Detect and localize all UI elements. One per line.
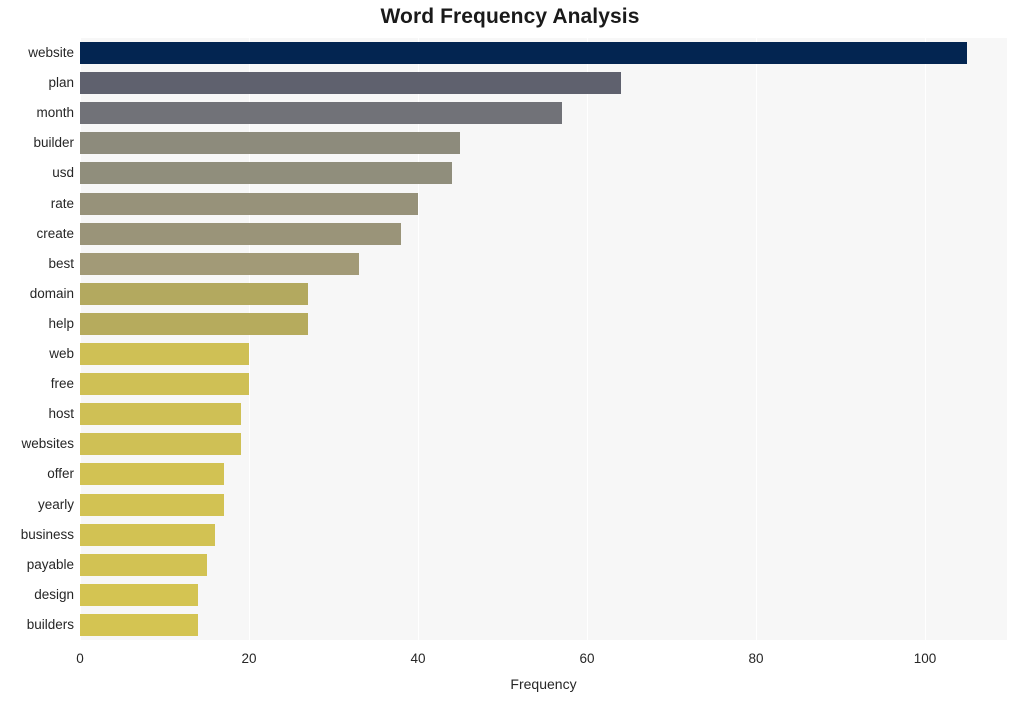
bar-row (80, 222, 1007, 245)
bar-row (80, 523, 1007, 546)
y-tick-label-host: host (48, 406, 74, 422)
y-tick-label-usd: usd (52, 165, 74, 181)
bar-builders[interactable] (80, 613, 199, 636)
y-tick-label-offer: offer (47, 466, 74, 482)
bar-row (80, 463, 1007, 486)
bar-row (80, 433, 1007, 456)
y-tick-label-help: help (48, 315, 74, 331)
bar-create[interactable] (80, 222, 402, 245)
bar-row (80, 102, 1007, 125)
bar-best[interactable] (80, 252, 359, 275)
bar-usd[interactable] (80, 162, 452, 185)
bar-business[interactable] (80, 523, 216, 546)
bar-row (80, 403, 1007, 426)
bar-row (80, 343, 1007, 366)
bar-row (80, 42, 1007, 65)
bar-builder[interactable] (80, 132, 461, 155)
y-tick-label-design: design (34, 586, 74, 602)
bars-layer (80, 38, 1007, 640)
x-tick-label-20: 20 (241, 651, 257, 666)
x-tick-label-60: 60 (579, 651, 595, 666)
bar-free[interactable] (80, 373, 249, 396)
bar-row (80, 493, 1007, 516)
x-tick-label-0: 0 (76, 651, 84, 666)
y-axis-labels: website plan month builder usd rate create best… (0, 38, 74, 640)
x-tick-label-80: 80 (748, 651, 764, 666)
y-tick-label-best: best (48, 255, 74, 271)
bar-offer[interactable] (80, 463, 224, 486)
bar-yearly[interactable] (80, 493, 224, 516)
bar-row (80, 132, 1007, 155)
bar-month[interactable] (80, 102, 562, 125)
bar-row (80, 72, 1007, 95)
y-tick-label-free: free (50, 376, 74, 392)
bar-websites[interactable] (80, 433, 241, 456)
word-frequency-chart: Word Frequency Analysis website plan month… (0, 0, 1020, 701)
y-tick-label-builders: builders (26, 616, 74, 632)
x-tick-label-40: 40 (410, 651, 426, 666)
bar-domain[interactable] (80, 282, 309, 305)
y-tick-label-builder: builder (33, 135, 74, 151)
bar-row (80, 553, 1007, 576)
y-tick-label-payable: payable (26, 556, 74, 572)
y-tick-label-websites: websites (21, 436, 74, 452)
bar-row (80, 282, 1007, 305)
bar-website[interactable] (80, 42, 968, 65)
bar-host[interactable] (80, 403, 241, 426)
bar-row (80, 613, 1007, 636)
bar-row (80, 252, 1007, 275)
bar-web[interactable] (80, 343, 249, 366)
plot-area (80, 38, 1007, 640)
bar-plan[interactable] (80, 72, 621, 95)
bar-row (80, 312, 1007, 335)
y-tick-label-domain: domain (29, 285, 74, 301)
y-tick-label-business: business (20, 526, 74, 542)
bar-rate[interactable] (80, 192, 418, 215)
bar-design[interactable] (80, 583, 199, 606)
bar-row (80, 192, 1007, 215)
y-tick-label-create: create (36, 225, 74, 241)
y-tick-label-yearly: yearly (37, 496, 74, 512)
y-tick-label-month: month (36, 105, 74, 121)
bar-row (80, 373, 1007, 396)
y-tick-label-plan: plan (48, 75, 74, 91)
bar-row (80, 583, 1007, 606)
x-axis: 0 20 40 60 80 100 Frequency (0, 640, 1020, 701)
x-axis-title: Frequency (510, 676, 577, 692)
x-tick-label-100: 100 (913, 651, 937, 666)
y-tick-label-web: web (49, 346, 74, 362)
bar-help[interactable] (80, 312, 309, 335)
bar-payable[interactable] (80, 553, 207, 576)
chart-title: Word Frequency Analysis (380, 5, 640, 28)
y-tick-label-rate: rate (50, 195, 74, 211)
y-tick-label-website: website (28, 45, 74, 61)
bar-row (80, 162, 1007, 185)
